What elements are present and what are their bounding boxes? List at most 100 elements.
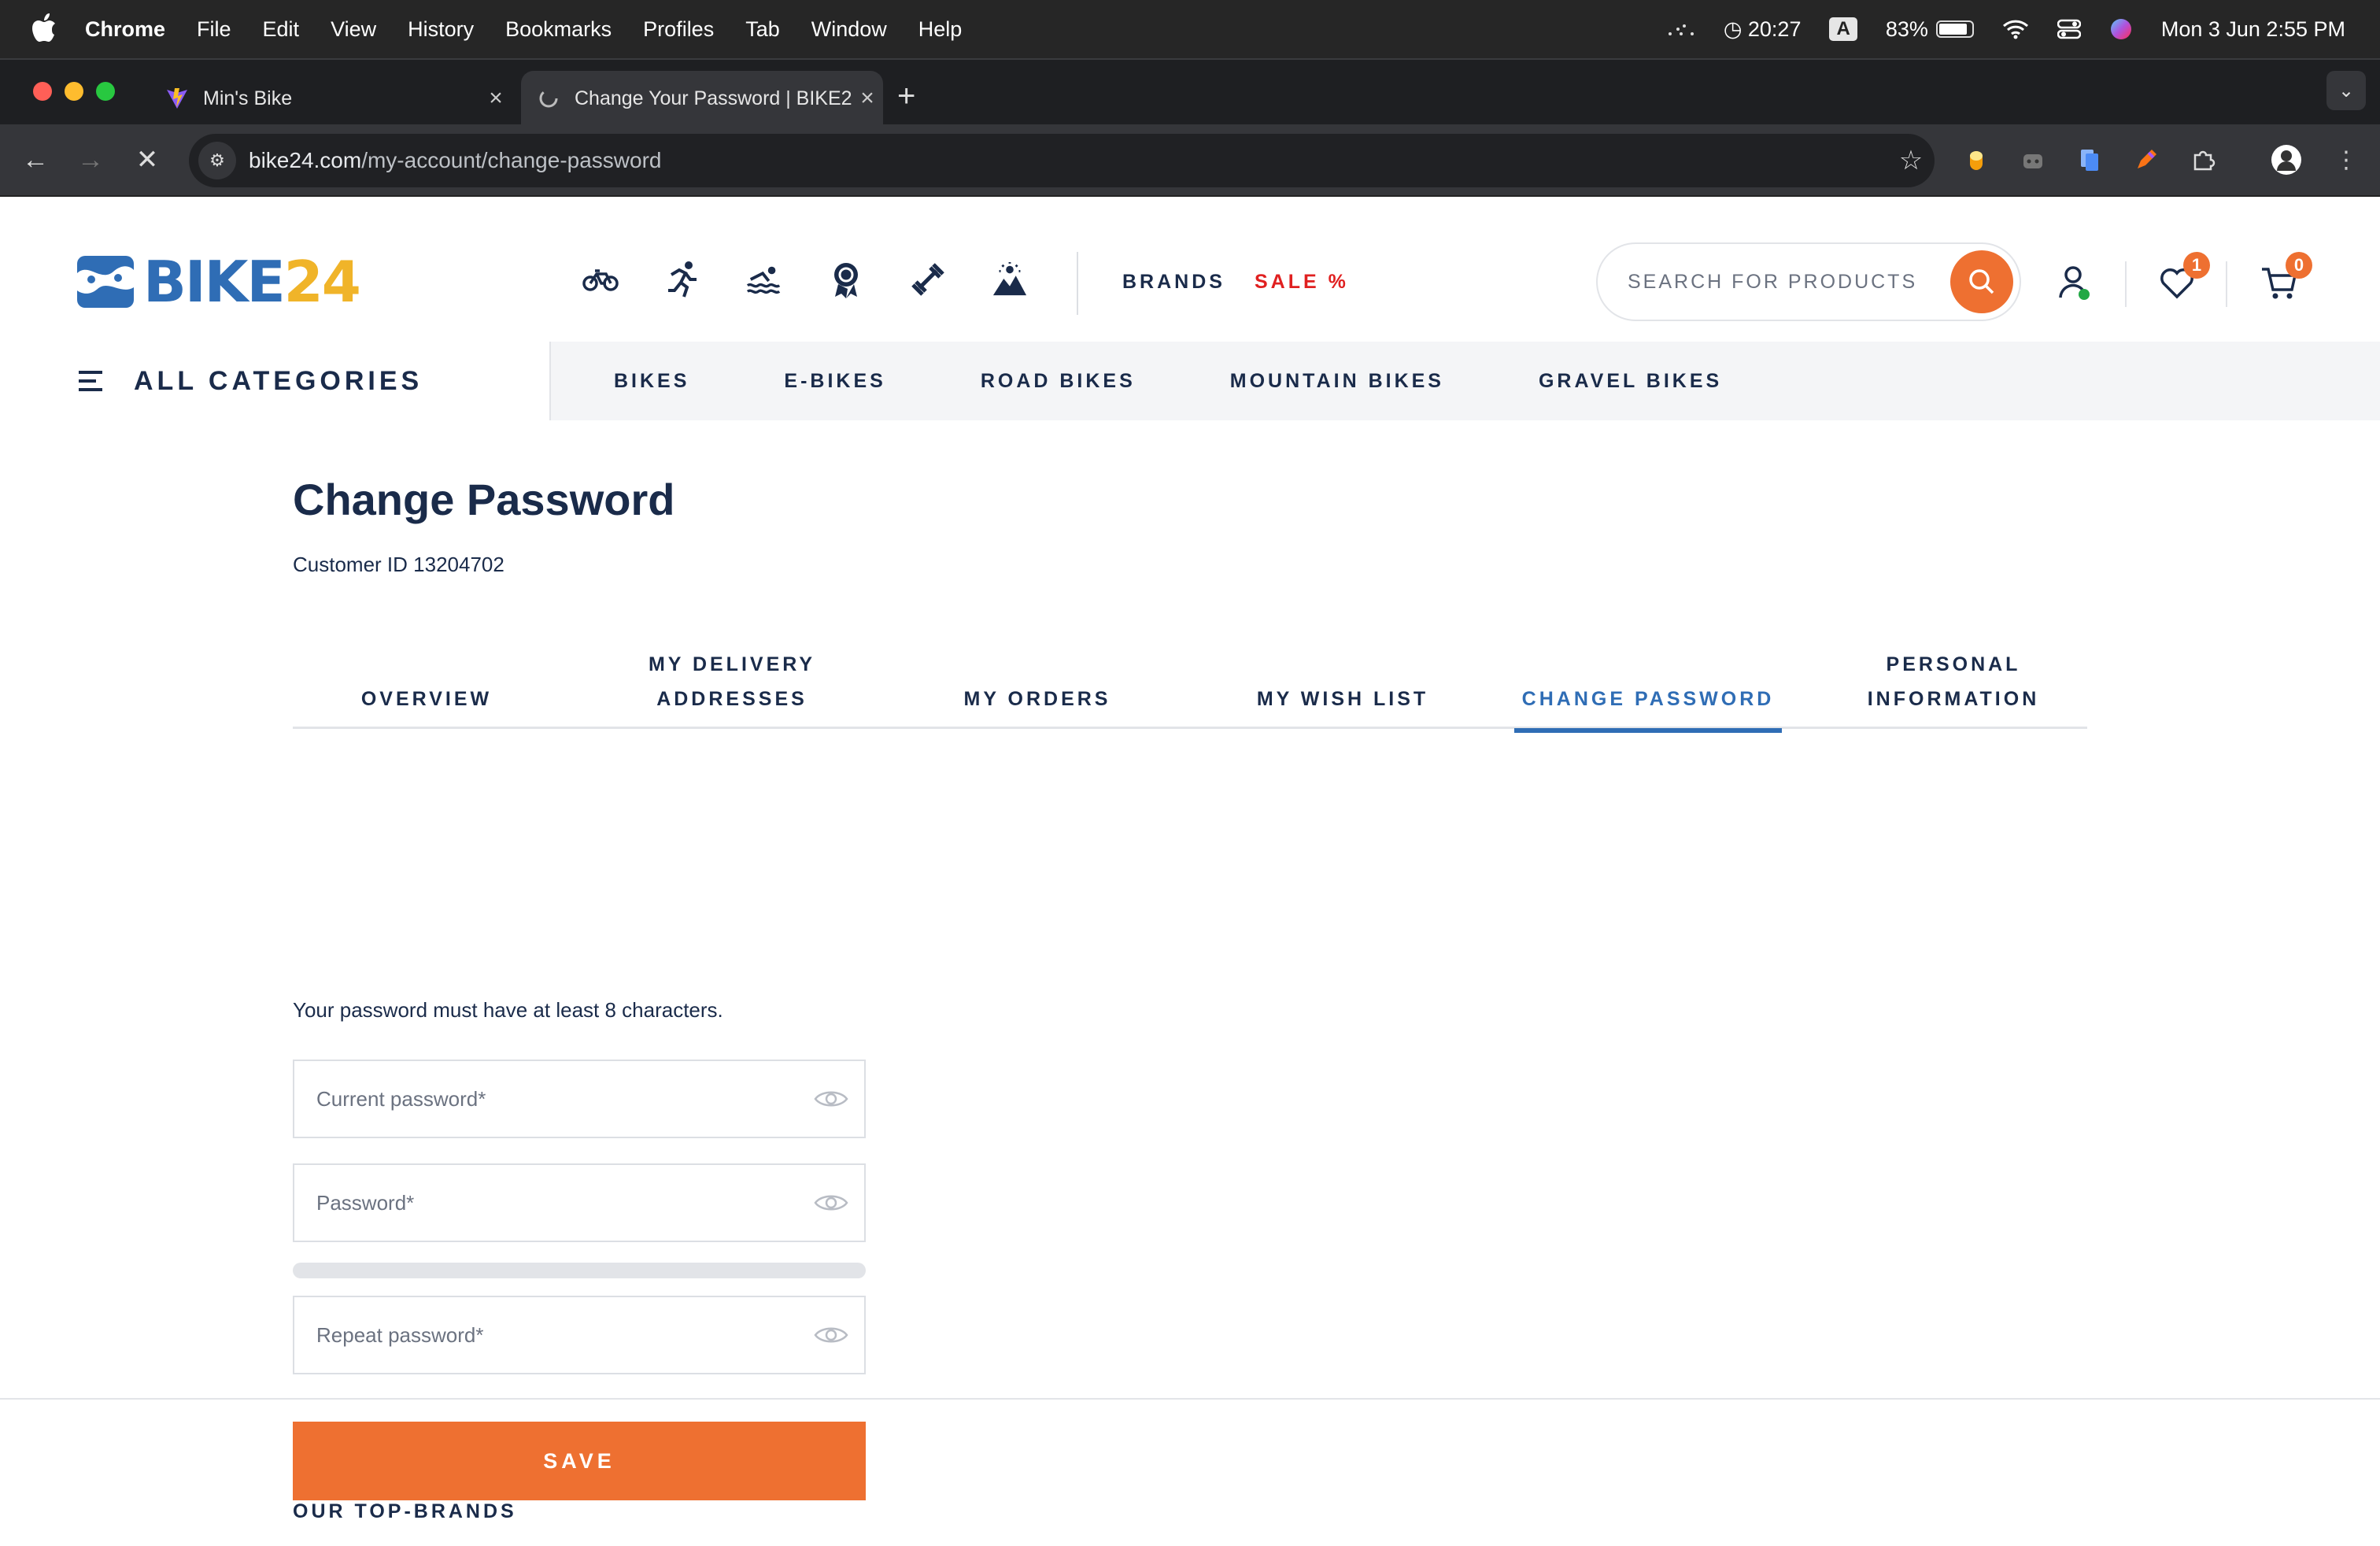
category-link-mountain-bikes[interactable]: MOUNTAIN BIKES — [1230, 370, 1444, 393]
menubar-menus: Chrome File Edit View History Bookmarks … — [85, 0, 993, 58]
cycling-icon[interactable] — [582, 260, 619, 299]
footer-divider — [0, 1398, 2380, 1400]
product-search[interactable]: SEARCH FOR PRODUCTS — [1596, 242, 2021, 321]
bike24-logo[interactable]: BIKE24 — [77, 253, 361, 310]
logo-text-24: 24 — [283, 249, 361, 315]
menu-profiles[interactable]: Profiles — [643, 17, 714, 42]
extensions-puzzle-icon[interactable] — [2185, 142, 2221, 178]
window-minimize-button[interactable] — [65, 82, 83, 101]
menu-window[interactable]: Window — [811, 17, 887, 42]
show-password-eye-icon[interactable] — [814, 1193, 848, 1213]
extension-orange-icon[interactable] — [1958, 142, 1994, 178]
user-icon — [2059, 266, 2090, 300]
browser-menu-kebab-icon[interactable]: ⋮ — [2328, 142, 2364, 178]
forward-arrow-icon[interactable]: → — [71, 140, 110, 179]
menu-tab[interactable]: Tab — [745, 17, 780, 42]
extension-document-icon[interactable] — [2071, 142, 2108, 178]
tab-personal-information[interactable]: PERSONAL INFORMATION — [1820, 645, 2087, 729]
current-password-input[interactable] — [294, 1061, 814, 1137]
account-button[interactable] — [2051, 260, 2098, 307]
save-button[interactable]: SAVE — [293, 1422, 866, 1500]
new-password-field — [293, 1163, 866, 1242]
header-icon-divider — [2226, 261, 2227, 307]
extension-pen-icon[interactable] — [2128, 142, 2164, 178]
address-url[interactable]: bike24.com/my-account/change-password — [249, 148, 1887, 173]
menubar-datetime[interactable]: Mon 3 Jun 2:55 PM — [2161, 17, 2345, 42]
battery-status[interactable]: 83% — [1886, 17, 1974, 42]
back-arrow-icon[interactable]: ← — [16, 140, 55, 179]
show-password-eye-icon[interactable] — [814, 1325, 848, 1345]
menu-file[interactable]: File — [197, 17, 231, 42]
tab-search-chevron-icon[interactable]: ⌄ — [2326, 71, 2366, 110]
menu-bookmarks[interactable]: Bookmarks — [505, 17, 612, 42]
bike24-page: BIKE24 BRANDS SALE % SEARCH FOR PRODUCTS… — [0, 197, 2380, 1546]
tab-change-password[interactable]: CHANGE PASSWORD — [1514, 645, 1782, 733]
fitness-dumbbell-icon[interactable] — [910, 260, 946, 299]
outdoor-mountain-icon[interactable] — [992, 260, 1028, 299]
loading-favicon-icon — [539, 89, 558, 108]
tab-my-orders[interactable]: MY ORDERS — [904, 645, 1171, 729]
password-strength-meter — [293, 1263, 866, 1278]
stop-loading-icon[interactable]: ✕ — [128, 140, 167, 179]
wishlist-button[interactable]: 1 — [2153, 252, 2210, 307]
address-bar[interactable]: ⚙ bike24.com/my-account/change-password … — [189, 134, 1935, 187]
window-zoom-button[interactable] — [96, 82, 115, 101]
category-navigation: ALL CATEGORIES BIKES E-BIKES ROAD BIKES … — [0, 342, 2380, 420]
award-medal-icon[interactable] — [828, 260, 864, 299]
browser-tab-mins-bike[interactable]: Min's Bike × — [150, 71, 512, 126]
show-password-eye-icon[interactable] — [814, 1089, 848, 1109]
site-info-icon[interactable]: ⚙ — [198, 142, 236, 179]
timer-text: 20:27 — [1747, 17, 1802, 41]
tab-my-delivery-addresses[interactable]: MY DELIVERY ADDRESSES — [598, 645, 866, 729]
repeat-password-input[interactable] — [294, 1297, 814, 1373]
header-divider — [1077, 252, 1078, 315]
control-center-icon[interactable] — [2057, 19, 2081, 39]
repeat-password-field — [293, 1296, 866, 1374]
category-link-bikes[interactable]: BIKES — [614, 370, 689, 393]
page-title: Change Password — [293, 475, 675, 524]
battery-percent: 83% — [1885, 17, 1928, 41]
menu-view[interactable]: View — [331, 17, 376, 42]
input-source-badge[interactable]: A — [1829, 17, 1857, 41]
bookmark-star-icon[interactable]: ☆ — [1887, 145, 1935, 176]
new-password-input[interactable] — [294, 1165, 814, 1241]
top-brands-heading: OUR TOP-BRANDS — [293, 1500, 517, 1522]
tab-my-wish-list[interactable]: MY WISH LIST — [1209, 645, 1476, 729]
menu-history[interactable]: History — [408, 17, 474, 42]
browser-tab-change-password[interactable]: Change Your Password | BIKE24 × — [521, 71, 883, 126]
bike24-logo-text: BIKE24 — [143, 253, 361, 310]
category-link-gravel-bikes[interactable]: GRAVEL BIKES — [1539, 370, 1722, 393]
sale-link[interactable]: SALE % — [1255, 271, 1349, 294]
search-placeholder[interactable]: SEARCH FOR PRODUCTS — [1628, 271, 1950, 294]
focus-dots-icon[interactable] — [1667, 21, 1695, 37]
cart-button[interactable]: 0 — [2256, 252, 2312, 307]
timer-status[interactable]: ◷ 20:27 — [1724, 17, 1802, 42]
category-link-road-bikes[interactable]: ROAD BIKES — [981, 370, 1136, 393]
new-tab-button[interactable]: + — [897, 79, 915, 114]
category-link-e-bikes[interactable]: E-BIKES — [784, 370, 885, 393]
running-icon[interactable] — [664, 260, 700, 299]
menu-edit[interactable]: Edit — [263, 17, 300, 42]
brands-link[interactable]: BRANDS — [1122, 271, 1225, 294]
extension-robot-icon[interactable] — [2015, 142, 2051, 178]
cart-count-badge: 0 — [2286, 252, 2312, 279]
swimming-icon[interactable] — [746, 260, 782, 299]
tab-overview[interactable]: OVERVIEW — [293, 645, 560, 729]
tab-title: Change Your Password | BIKE24 — [575, 87, 852, 109]
macos-menubar: Chrome File Edit View History Bookmarks … — [0, 0, 2380, 58]
browser-toolbar: ← → ✕ ⚙ bike24.com/my-account/change-pas… — [0, 124, 2380, 197]
account-tabs: OVERVIEW MY DELIVERY ADDRESSES MY ORDERS… — [293, 645, 2087, 733]
search-button[interactable] — [1950, 250, 2013, 313]
siri-icon[interactable] — [2109, 17, 2133, 41]
customer-id: Customer ID 13204702 — [293, 553, 504, 576]
all-categories-button[interactable]: ALL CATEGORIES — [0, 342, 551, 420]
menu-app-name[interactable]: Chrome — [85, 17, 165, 42]
menu-help[interactable]: Help — [918, 17, 963, 42]
window-close-button[interactable] — [33, 82, 52, 101]
tab-close-icon[interactable]: × — [480, 85, 512, 112]
tab-close-icon[interactable]: × — [852, 85, 883, 112]
apple-logo-icon[interactable] — [31, 13, 57, 43]
current-password-field — [293, 1060, 866, 1138]
profile-avatar-icon[interactable] — [2268, 142, 2304, 178]
wifi-icon[interactable] — [2002, 19, 2029, 39]
